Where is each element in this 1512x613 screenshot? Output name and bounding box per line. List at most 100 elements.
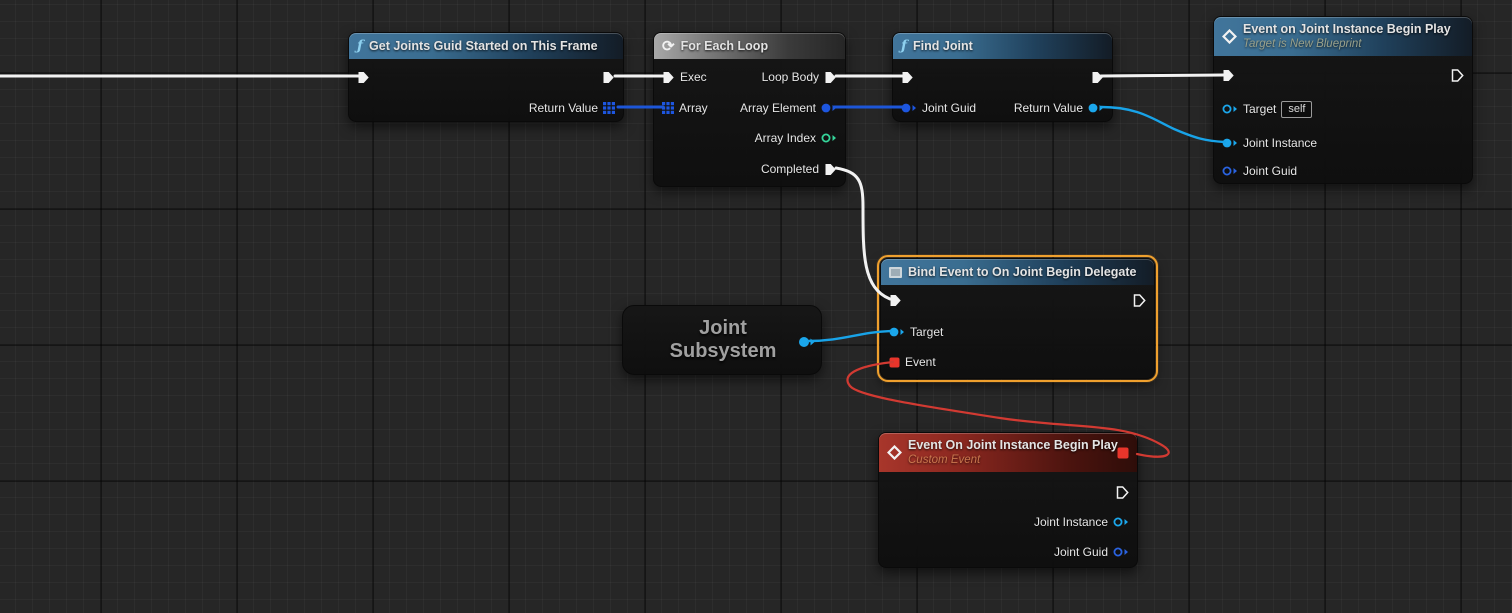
function-icon: ƒ <box>901 39 907 53</box>
object-pin-icon <box>1222 103 1238 115</box>
pin-label: Loop Body <box>762 70 819 84</box>
pin-label: Joint Instance <box>1243 136 1317 150</box>
node-title: Bind Event to On Joint Begin Delegate <box>908 265 1137 279</box>
exec-in-pin[interactable] <box>901 67 914 87</box>
loop-body-pin[interactable]: Loop Body <box>762 67 837 87</box>
array-index-pin[interactable]: Array Index <box>755 128 837 148</box>
node-subtitle: Target is New Blueprint <box>1243 37 1451 51</box>
exec-out-pin[interactable] <box>602 67 615 87</box>
node-header[interactable]: Event On Joint Instance Begin Play Custo… <box>879 433 1137 472</box>
target-pin[interactable]: Target <box>889 322 943 342</box>
joint-guid-out-pin[interactable]: Joint Guid <box>1054 542 1129 562</box>
array-pin-icon <box>603 102 615 114</box>
pin-label: Joint Instance <box>1034 515 1108 529</box>
struct-pin-icon <box>1222 165 1238 177</box>
node-joint-subsystem[interactable]: Joint Subsystem <box>622 305 822 375</box>
exec-out-pin[interactable] <box>1116 482 1129 502</box>
exec-in-pin[interactable]: Exec <box>662 67 707 87</box>
node-title: Event on Joint Instance Begin Play <box>1243 22 1451 38</box>
exec-pin-icon <box>357 71 370 84</box>
struct-pin-icon <box>821 102 837 114</box>
exec-pin-icon <box>662 71 675 84</box>
pin-label: Event <box>905 355 936 369</box>
event-delegate-pin[interactable]: Event <box>889 352 936 372</box>
exec-in-pin[interactable] <box>1222 65 1235 85</box>
int-pin-icon <box>821 132 837 144</box>
pin-label: Array Index <box>755 131 816 145</box>
node-header[interactable]: ⟳ For Each Loop <box>654 33 845 59</box>
exec-pin-icon <box>1222 69 1235 82</box>
object-pin-icon <box>799 336 815 348</box>
object-pin-icon <box>889 326 905 338</box>
event-diamond-icon <box>1222 29 1237 44</box>
node-title: For Each Loop <box>681 39 769 53</box>
exec-out-pin[interactable] <box>1133 290 1146 310</box>
completed-pin[interactable]: Completed <box>761 159 837 179</box>
subsystem-return-pin[interactable] <box>799 336 815 348</box>
blueprint-canvas[interactable]: ƒ Get Joints Guid Started on This Frame … <box>0 0 1512 613</box>
node-header[interactable]: Bind Event to On Joint Begin Delegate <box>881 259 1154 285</box>
exec-pin-icon <box>1451 69 1464 82</box>
bind-delegate-icon <box>889 267 902 278</box>
exec-pin-icon <box>1091 71 1104 84</box>
event-diamond-icon <box>887 445 902 460</box>
exec-in-pin[interactable] <box>889 290 902 310</box>
exec-pin-icon <box>901 71 914 84</box>
pin-label: Target <box>1243 102 1276 116</box>
object-pin-icon <box>1113 516 1129 528</box>
pin-label: Array <box>679 101 708 115</box>
exec-pin-icon <box>889 294 902 307</box>
target-pin[interactable]: Target self <box>1222 99 1312 119</box>
node-title: Joint Subsystem <box>658 317 788 363</box>
object-pin-icon <box>1088 102 1104 114</box>
joint-instance-out-pin[interactable]: Joint Instance <box>1034 512 1129 532</box>
node-event-on-joint-instance-begin-play-call[interactable]: Event on Joint Instance Begin Play Targe… <box>1213 16 1473 184</box>
joint-guid-pin[interactable]: Joint Guid <box>1222 161 1297 181</box>
exec-pin-icon <box>602 71 615 84</box>
delegate-pin-icon <box>1117 447 1129 459</box>
pin-label: Completed <box>761 162 819 176</box>
node-get-joints-guid-started-on-this-frame[interactable]: ƒ Get Joints Guid Started on This Frame … <box>348 32 624 122</box>
joint-instance-pin[interactable]: Joint Instance <box>1222 133 1317 153</box>
delegate-out-pin[interactable] <box>1117 447 1129 459</box>
loop-icon: ⟳ <box>662 39 675 54</box>
exec-out-pin[interactable] <box>1451 65 1464 85</box>
node-title: Find Joint <box>913 39 973 53</box>
node-bind-event-to-on-joint-begin-delegate[interactable]: Bind Event to On Joint Begin Delegate Ta… <box>880 258 1155 379</box>
pin-label: Return Value <box>1014 101 1083 115</box>
node-for-each-loop[interactable]: ⟳ For Each Loop Exec Array Loop Body Arr… <box>653 32 846 187</box>
pin-label: Joint Guid <box>1054 545 1108 559</box>
array-pin-icon <box>662 102 674 114</box>
exec-pin-icon <box>824 163 837 176</box>
target-default-value[interactable]: self <box>1281 101 1312 118</box>
pin-label: Joint Guid <box>1243 164 1297 178</box>
node-title: Get Joints Guid Started on This Frame <box>369 39 598 53</box>
node-subtitle: Custom Event <box>908 453 1118 467</box>
pin-label: Exec <box>680 70 707 84</box>
node-header[interactable]: Event on Joint Instance Begin Play Targe… <box>1214 17 1472 56</box>
pin-label: Target <box>910 325 943 339</box>
node-header[interactable]: ƒ Get Joints Guid Started on This Frame <box>349 33 623 59</box>
function-icon: ƒ <box>357 39 363 53</box>
object-pin-icon <box>1222 137 1238 149</box>
exec-pin-icon <box>1133 294 1146 307</box>
node-header[interactable]: ƒ Find Joint <box>893 33 1112 59</box>
exec-pin-icon <box>1116 486 1129 499</box>
node-find-joint[interactable]: ƒ Find Joint Joint Guid Return Value <box>892 32 1113 122</box>
exec-in-pin[interactable] <box>357 67 370 87</box>
pin-label: Array Element <box>740 101 816 115</box>
struct-pin-icon <box>1113 546 1129 558</box>
array-element-pin[interactable]: Array Element <box>740 98 837 118</box>
struct-pin-icon <box>901 102 917 114</box>
array-in-pin[interactable]: Array <box>662 98 708 118</box>
return-value-pin[interactable]: Return Value <box>529 98 615 118</box>
wire-returnvalue-to-jointinstance <box>1101 107 1225 142</box>
return-value-pin[interactable]: Return Value <box>1014 98 1104 118</box>
node-event-on-joint-instance-begin-play-custom[interactable]: Event On Joint Instance Begin Play Custo… <box>878 432 1138 568</box>
pin-label: Joint Guid <box>922 101 976 115</box>
pin-label: Return Value <box>529 101 598 115</box>
exec-out-pin[interactable] <box>1091 67 1104 87</box>
wire-exec-findjoint-to-event <box>1101 75 1224 76</box>
exec-pin-icon <box>824 71 837 84</box>
joint-guid-in-pin[interactable]: Joint Guid <box>901 98 976 118</box>
